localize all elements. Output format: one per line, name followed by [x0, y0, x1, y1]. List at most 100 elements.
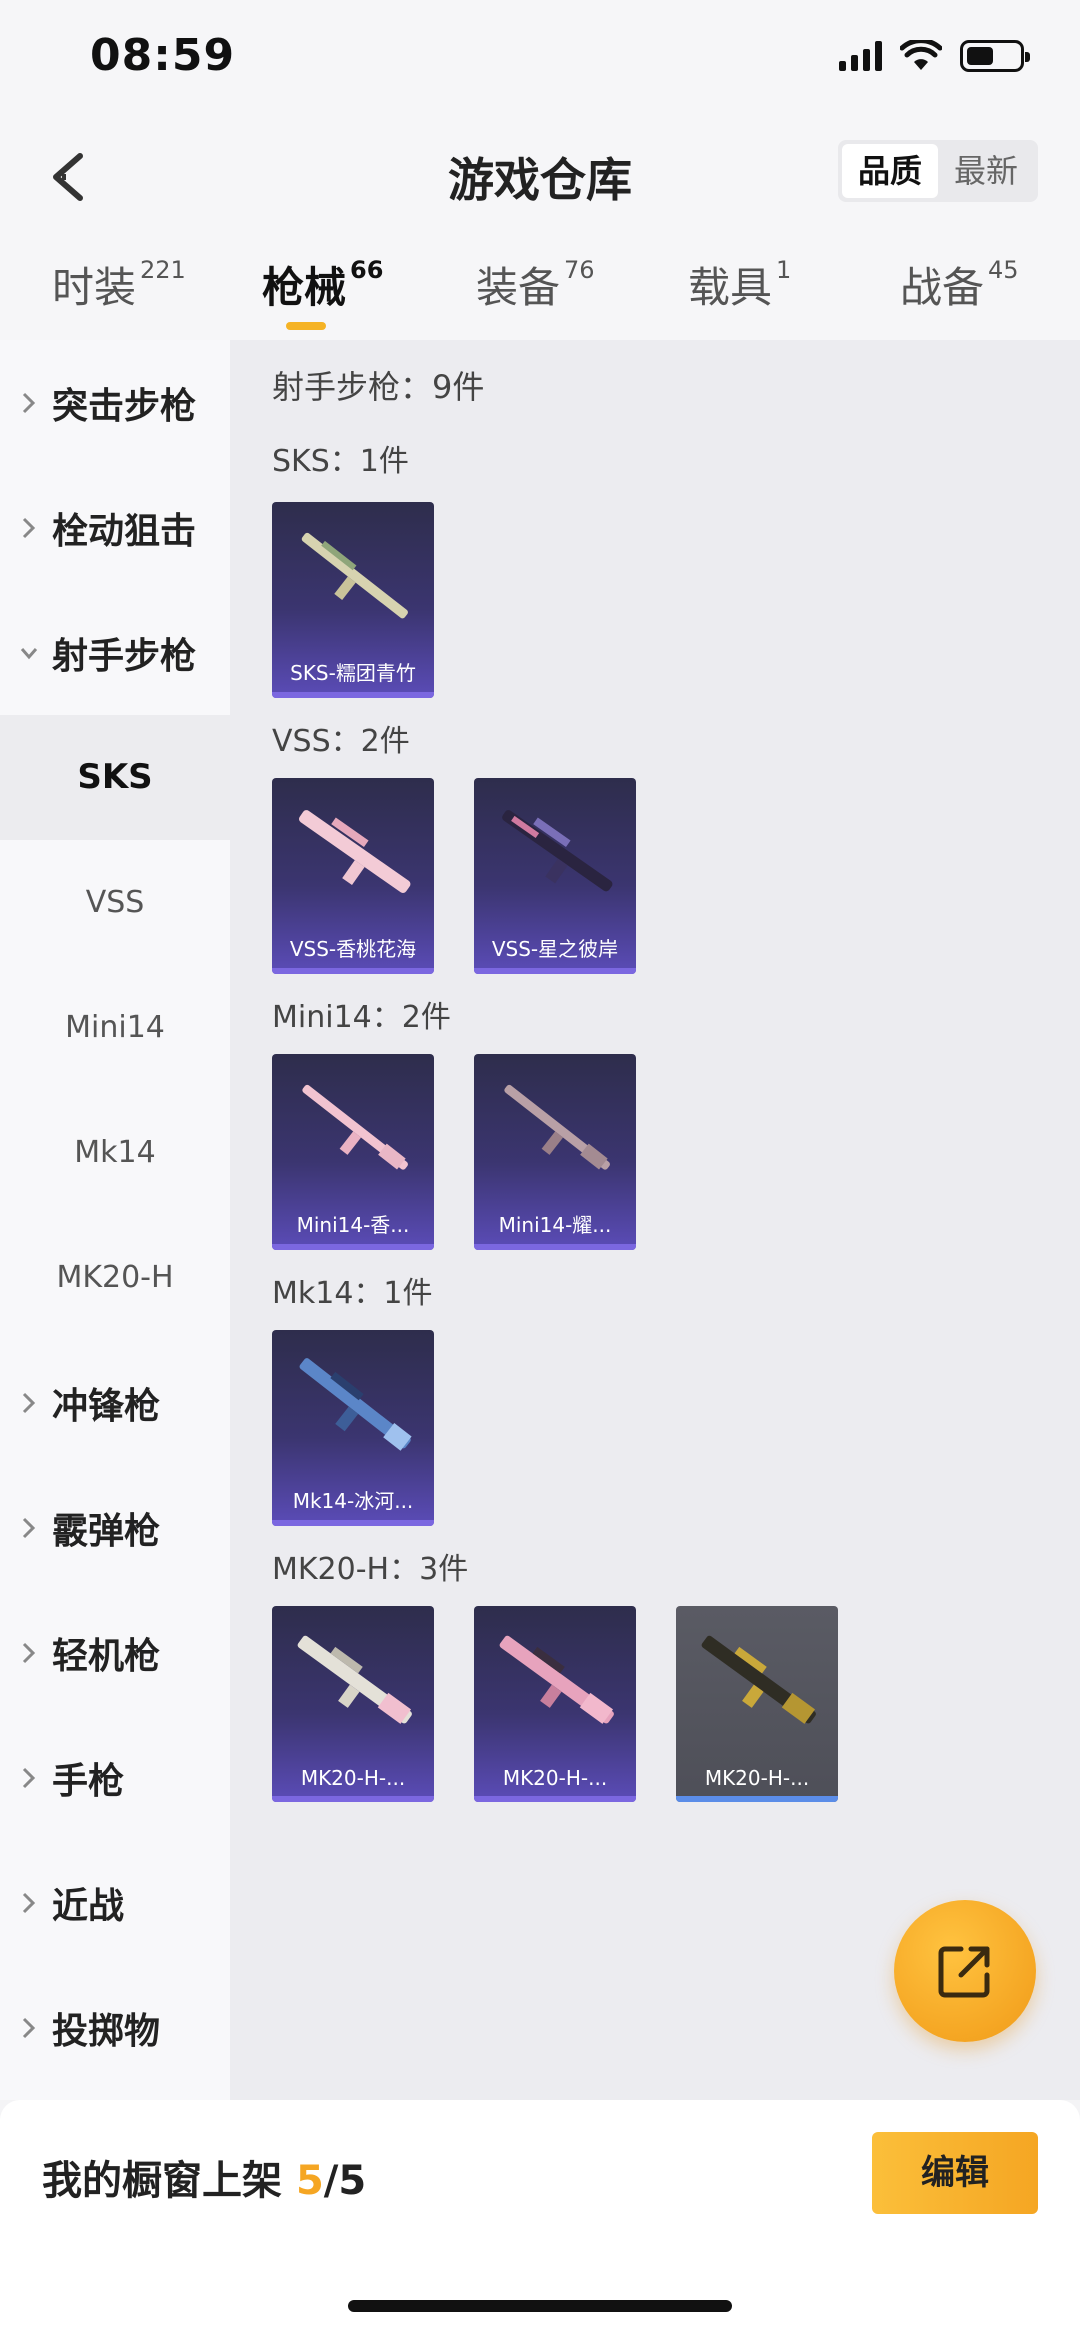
tab-label: 装备 [476, 263, 561, 312]
showcase-status: 我的橱窗上架 5/5 [42, 2148, 366, 2206]
rifle-skin-icon [299, 810, 411, 893]
sidebar-item-marksman-rifle[interactable]: 射手步枪 [0, 590, 230, 715]
edit-button[interactable]: 编辑 [872, 2132, 1038, 2214]
sidebar-item-label: 射手步枪 [52, 635, 197, 677]
back-arrow-icon[interactable] [36, 142, 106, 212]
weapon-card-name: VSS-星之彼岸 [491, 937, 619, 961]
sidebar-item-label: 霰弹枪 [52, 1510, 161, 1552]
weapon-card[interactable]: VSS-星之彼岸 [474, 778, 636, 974]
tab-count: 45 [988, 256, 1019, 284]
sidebar-item-shotgun[interactable]: 霰弹枪 [0, 1465, 230, 1590]
weapon-card[interactable]: MK20-H-... [676, 1606, 838, 1802]
share-icon [938, 1946, 990, 1998]
weapon-card[interactable]: VSS-香桃花海 [272, 778, 434, 974]
sidebar-item-label: 投掷物 [52, 2010, 161, 2052]
tab-label: 载具 [688, 263, 773, 312]
tab-count: 76 [564, 256, 595, 284]
weapon-card[interactable]: Mini14-耀... [474, 1054, 636, 1250]
weapon-card[interactable]: MK20-H-... [272, 1606, 434, 1802]
showcase-label: 我的橱窗上架 [42, 2158, 282, 2204]
tab-label: 战备 [900, 263, 985, 312]
tab-vehicles[interactable]: 载具 1 [688, 254, 791, 315]
chevron-down-icon [20, 647, 38, 659]
rifle-skin-icon [502, 810, 613, 892]
sidebar-sub-vss[interactable]: VSS [0, 840, 230, 965]
tab-label: 时装 [52, 263, 137, 312]
chevron-right-icon [22, 1892, 36, 1913]
showcase-total-count: /5 [323, 2158, 367, 2204]
section-header: Mk14：1件 [272, 1276, 433, 1311]
sort-toggle: 品质 最新 [837, 140, 1038, 202]
tab-count: 221 [140, 256, 186, 284]
sidebar: 突击步枪 栓动狙击 射手步枪 SKS VSS Mini14 Mk14 MK20-… [0, 340, 230, 2100]
sidebar-item-throwable[interactable]: 投掷物 [0, 1965, 230, 2090]
chevron-right-icon [22, 2017, 36, 2038]
active-tab-indicator [286, 322, 326, 330]
sort-newest-option[interactable]: 最新 [938, 144, 1034, 198]
rarity-band [272, 1520, 434, 1526]
wifi-icon [900, 40, 942, 70]
category-tabs: 时装 221 枪械 66 装备 76 载具 1 战备 45 [0, 230, 1080, 340]
weapon-card[interactable]: Mk14-冰河... [272, 1330, 434, 1526]
weapon-card-name: MK20-H-... [704, 1766, 810, 1790]
sidebar-item-pistol[interactable]: 手枪 [0, 1715, 230, 1840]
section-header: VSS：2件 [272, 724, 410, 759]
chevron-right-icon [22, 1767, 36, 1788]
sort-quality-option[interactable]: 品质 [841, 144, 938, 198]
share-button[interactable] [894, 1900, 1036, 2042]
weapon-card-name: MK20-H-... [502, 1766, 608, 1790]
sidebar-item-label: 手枪 [52, 1760, 125, 1802]
rarity-band [676, 1796, 838, 1802]
weapon-card-name: MK20-H-... [300, 1766, 406, 1790]
weapon-list: 射手步枪：9件 SKS：1件 SKS-糯团青竹 VSS：2件 VSS-香桃花海 … [230, 340, 1080, 2100]
sidebar-item-smg[interactable]: 冲锋枪 [0, 1340, 230, 1465]
tab-fashion[interactable]: 时装 221 [52, 254, 186, 315]
rifle-skin-icon [499, 1635, 614, 1724]
weapon-card[interactable]: SKS-糯团青竹 [272, 502, 434, 698]
cellular-signal-icon [839, 41, 882, 71]
sidebar-item-assault-rifle[interactable]: 突击步枪 [0, 340, 230, 465]
tab-count: 66 [350, 256, 384, 284]
status-bar: 08:59 [0, 0, 1080, 120]
rarity-band [272, 692, 434, 698]
sidebar-item-melee[interactable]: 近战 [0, 1840, 230, 1965]
rifle-skin-icon [701, 1635, 816, 1724]
chevron-right-icon [22, 1392, 36, 1413]
rarity-band [474, 1244, 636, 1250]
rarity-band [272, 1244, 434, 1250]
status-time: 08:59 [90, 30, 236, 81]
sidebar-item-lmg[interactable]: 轻机枪 [0, 1590, 230, 1715]
section-header: MK20-H：3件 [272, 1552, 469, 1587]
chevron-right-icon [22, 1642, 36, 1663]
sidebar-item-label: 突击步枪 [52, 385, 197, 427]
tab-firearms[interactable]: 枪械 66 [262, 254, 383, 315]
sidebar-item-label: 冲锋枪 [52, 1385, 161, 1427]
rifle-skin-icon [504, 1084, 610, 1170]
rarity-band [474, 968, 636, 974]
rifle-skin-icon [297, 1635, 412, 1724]
sidebar-item-label: 近战 [52, 1885, 125, 1927]
home-indicator [348, 2300, 732, 2312]
rarity-band [272, 1796, 434, 1802]
showcase-current-count: 5 [295, 2158, 324, 2204]
sidebar-sub-sks[interactable]: SKS [0, 715, 230, 840]
tab-battle-prep[interactable]: 战备 45 [900, 254, 1019, 315]
sidebar-item-label: 栓动狙击 [52, 510, 197, 552]
chevron-right-icon [22, 392, 36, 413]
sidebar-sub-mini14[interactable]: Mini14 [0, 965, 230, 1090]
sidebar-item-bolt-sniper[interactable]: 栓动狙击 [0, 465, 230, 590]
weapon-card-name: SKS-糯团青竹 [290, 661, 416, 685]
rifle-skin-icon [301, 532, 408, 619]
sidebar-sub-mk14[interactable]: Mk14 [0, 1090, 230, 1215]
weapon-card[interactable]: MK20-H-... [474, 1606, 636, 1802]
sidebar-sub-mk20h[interactable]: MK20-H [0, 1215, 230, 1340]
weapon-card-name: Mk14-冰河... [292, 1489, 414, 1513]
status-icons [839, 40, 1030, 72]
tab-equipment[interactable]: 装备 76 [476, 254, 595, 315]
weapon-card-name: Mini14-耀... [498, 1213, 612, 1237]
tab-count: 1 [776, 256, 792, 284]
rarity-band [474, 1796, 636, 1802]
weapon-card[interactable]: Mini14-香... [272, 1054, 434, 1250]
tab-label: 枪械 [262, 263, 347, 312]
header: 游戏仓库 品质 最新 [0, 120, 1080, 230]
